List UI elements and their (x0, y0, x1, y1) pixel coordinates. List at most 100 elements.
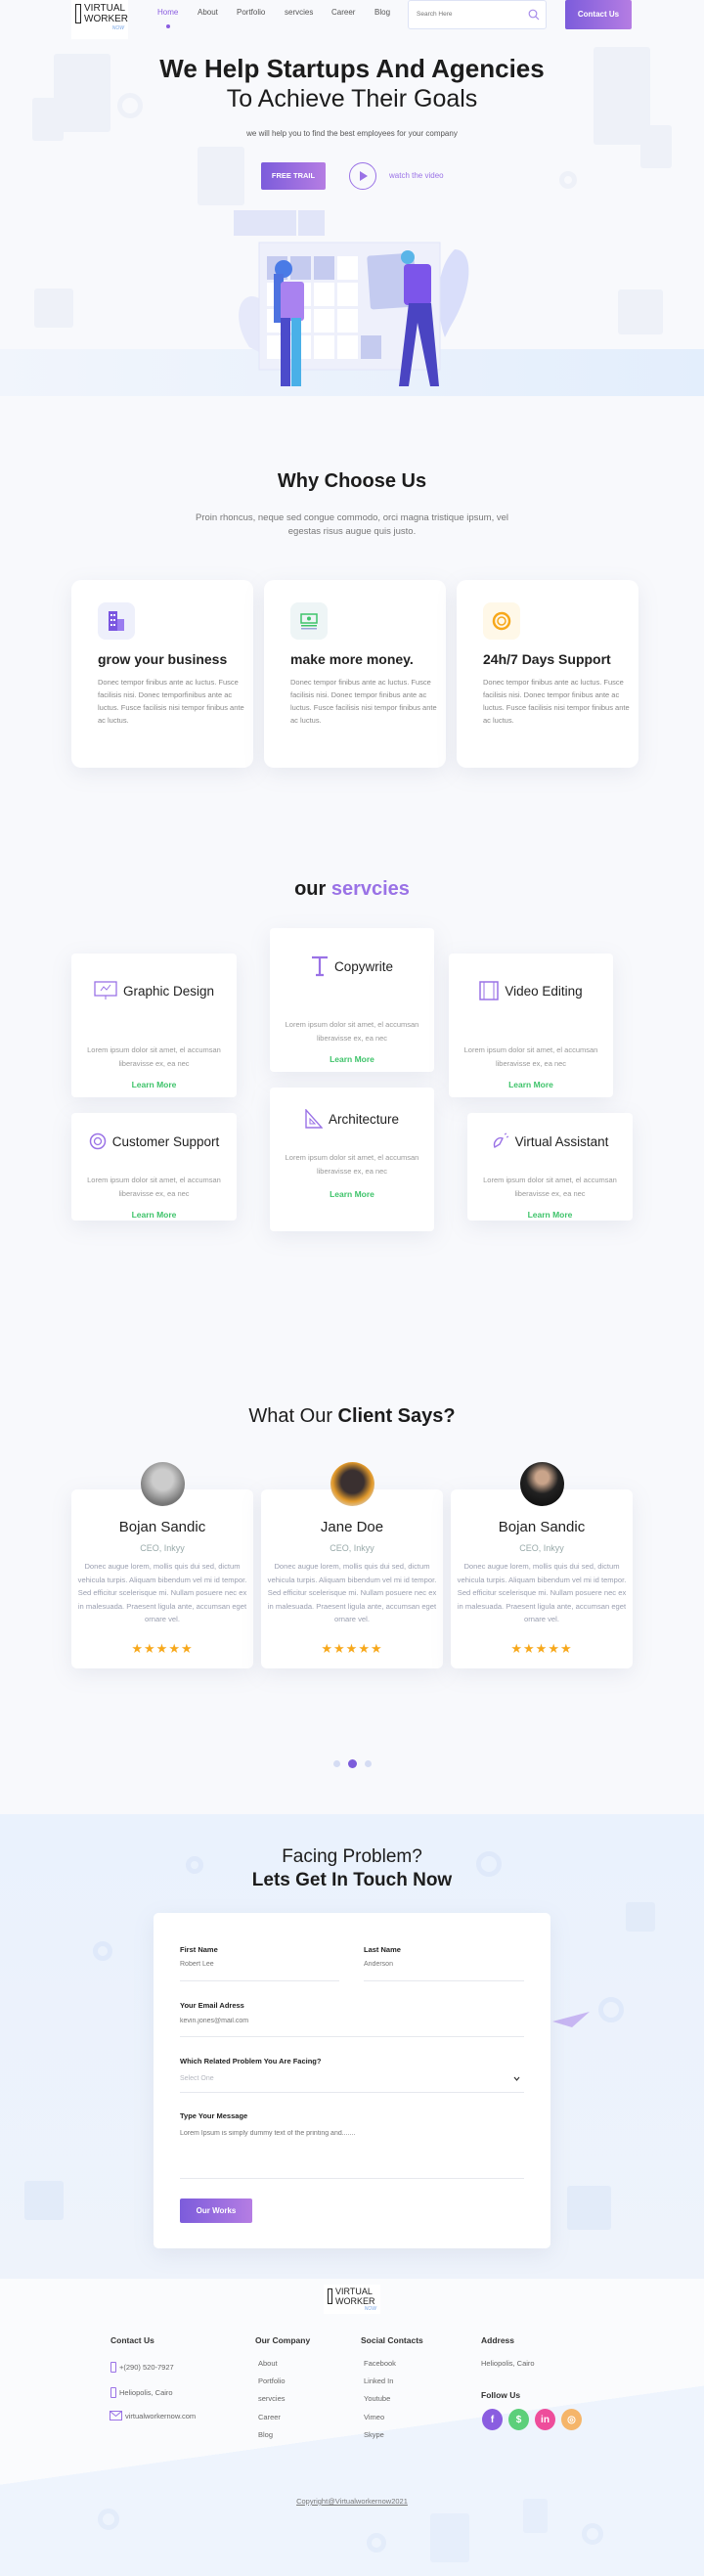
footer-link-about[interactable]: About (258, 2359, 278, 2368)
footer-link-portfolio[interactable]: Portfolio (258, 2376, 286, 2385)
message-textarea[interactable] (180, 2130, 524, 2174)
footer-link-facebook[interactable]: Facebook (364, 2359, 396, 2368)
learn-more-link[interactable]: Learn More (270, 1189, 434, 1199)
client-name: Bojan Sandic (118, 1519, 206, 1535)
footer-link-services[interactable]: servcies (258, 2394, 286, 2403)
contact-us-button[interactable]: Contact Us (565, 0, 632, 29)
email-input[interactable] (180, 2018, 524, 2024)
footer-phone[interactable]: +(290) 520-7927 (119, 2363, 174, 2372)
nav-about[interactable]: About (198, 8, 218, 17)
services-title-accent: servcies (330, 878, 410, 900)
search-box[interactable] (408, 0, 547, 29)
service-title: Architecture (328, 1111, 400, 1127)
dollar-icon[interactable]: $ (508, 2409, 529, 2430)
bg-shape (198, 147, 244, 205)
service-title: Graphic Design (122, 983, 215, 999)
follow-us-heading: Follow Us (481, 2390, 521, 2400)
footer-email[interactable]: virtualworkernow.com (125, 2412, 196, 2421)
services-title-plain: our (294, 878, 327, 900)
bg-ring (598, 1997, 624, 2022)
why-card-grow: grow your business Donec tempor finibus … (71, 580, 253, 768)
clients-title-bold: Client Says? (337, 1405, 456, 1427)
dribbble-icon[interactable]: ◎ (561, 2409, 582, 2430)
first-name-underline (180, 1980, 339, 1981)
carousel-dot-2-active[interactable] (348, 1759, 357, 1768)
phone-icon (110, 2362, 116, 2373)
play-icon (360, 171, 368, 181)
message-underline (180, 2178, 524, 2179)
last-name-label: Last Name (364, 1945, 401, 1954)
service-title: Video Editing (505, 983, 583, 999)
play-video-button[interactable] (349, 162, 376, 190)
search-icon[interactable] (528, 9, 540, 21)
clients-title-plain: What Our (248, 1405, 332, 1427)
linkedin-icon[interactable]: in (535, 2409, 555, 2430)
last-name-input[interactable] (364, 1961, 524, 1968)
service-head: Video Editing (449, 981, 613, 1000)
service-text: Lorem ipsum dolor sit amet, el accumsan … (87, 1176, 221, 1198)
learn-more-link[interactable]: Learn More (270, 1054, 434, 1064)
why-title: Why Choose Us (277, 470, 427, 492)
mail-icon (110, 2411, 122, 2421)
footer-link-blog[interactable]: Blog (258, 2430, 273, 2439)
service-head: Architecture (270, 1109, 434, 1129)
logo-line-2: WORKER (335, 2296, 375, 2306)
learn-more-link[interactable]: Learn More (71, 1210, 237, 1220)
footer-link-youtube[interactable]: Youtube (364, 2394, 390, 2403)
clients-title: What Our Client Says? (0, 1405, 704, 1428)
footer-link-vimeo[interactable]: Vimeo (364, 2413, 384, 2421)
service-text: Lorem ipsum dolor sit amet, el accumsan … (87, 1045, 221, 1068)
chevron-down-icon[interactable] (513, 2076, 520, 2081)
nav-portfolio[interactable]: Portfolio (237, 8, 265, 17)
free-trial-button[interactable]: FREE TRAIL (261, 162, 326, 190)
search-input[interactable] (417, 11, 514, 18)
ruler-icon (305, 1109, 323, 1129)
learn-more-link[interactable]: Learn More (467, 1210, 633, 1220)
bg-ring (367, 2533, 386, 2553)
nav-blog[interactable]: Blog (374, 8, 390, 17)
footer-link-linkedin[interactable]: Linked In (364, 2376, 393, 2385)
star-rating: ★★★★★ (131, 1641, 194, 1656)
hourglass-icon (328, 2288, 332, 2304)
service-text: Lorem ipsum dolor sit amet, el accumsan … (285, 1020, 419, 1043)
bg-shape (626, 1902, 655, 1932)
service-head: Customer Support (71, 1133, 237, 1150)
client-role: CEO, Inkyy (140, 1543, 185, 1553)
watch-video-link[interactable]: watch the video (389, 171, 444, 180)
why-card-text: Donec tempor finibus ante ac luctus. Fus… (290, 678, 437, 725)
nav-career[interactable]: Career (331, 8, 355, 17)
footer-logo[interactable]: VIRTUAL WORKER NOW (324, 2285, 380, 2314)
hand-click-icon (493, 1133, 508, 1149)
service-head: Copywrite (270, 955, 434, 977)
first-name-input[interactable] (180, 1961, 339, 1968)
nav-home[interactable]: Home (157, 8, 178, 17)
learn-more-link[interactable]: Learn More (449, 1080, 613, 1089)
problem-label: Which Related Problem You Are Facing? (180, 2057, 322, 2065)
service-head: Graphic Design (71, 981, 237, 1000)
bg-ring (98, 2509, 119, 2530)
nav-active-dot (166, 24, 170, 28)
facebook-icon[interactable]: f (482, 2409, 503, 2430)
hero-subtitle: we will help you to find the best employ… (246, 129, 458, 138)
submit-button[interactable]: Our Works (180, 2198, 252, 2223)
copyright[interactable]: Copyright@Virtualworkernow2021 (0, 2497, 704, 2506)
footer-link-career[interactable]: Career (258, 2413, 281, 2421)
hero-title-line-1: We Help Startups And Agencies (159, 54, 545, 83)
service-card-customer-support: Customer Support Lorem ipsum dolor sit a… (71, 1113, 237, 1221)
bg-ring (582, 2523, 603, 2545)
bg-ring (93, 1941, 112, 1961)
star-rating: ★★★★★ (510, 1641, 573, 1656)
carousel-dot-1[interactable] (333, 1760, 340, 1767)
learn-more-link[interactable]: Learn More (71, 1080, 237, 1089)
nav-services[interactable]: servcies (285, 8, 313, 17)
footer-link-skype[interactable]: Skype (364, 2430, 384, 2439)
logo[interactable]: VIRTUAL WORKER NOW (71, 0, 128, 39)
client-quote: Donec augue lorem, mollis quis dui sed, … (457, 1562, 627, 1623)
carousel-dot-3[interactable] (365, 1760, 372, 1767)
footer-address: Heliopolis, Cairo (481, 2359, 535, 2368)
contact-title-line-1: Facing Problem? (282, 1846, 422, 1867)
problem-select[interactable]: Select One (180, 2075, 214, 2082)
hero-illustration (234, 210, 469, 386)
contact-title-line-2: Lets Get In Touch Now (251, 1870, 453, 1890)
service-text: Lorem ipsum dolor sit amet, el accumsan … (483, 1176, 617, 1198)
